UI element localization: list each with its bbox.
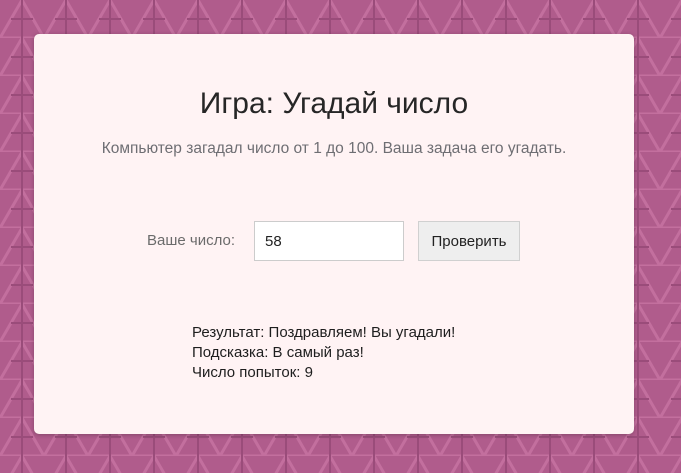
guess-input[interactable] bbox=[254, 221, 404, 261]
hint-text: Подсказка: В самый раз! bbox=[192, 344, 364, 361]
attempts-count: Число попыток: 9 bbox=[192, 364, 313, 381]
game-description: Компьютер загадал число от 1 до 100. Ваш… bbox=[101, 140, 567, 157]
guess-label: Ваше число: bbox=[147, 232, 236, 249]
results-panel: Результат: Поздравляем! Вы угадали! Подс… bbox=[192, 323, 455, 383]
page-title: Игра: Угадай число bbox=[199, 87, 469, 120]
game-card: Игра: Угадай число Компьютер загадал чис… bbox=[34, 34, 634, 434]
result-text: Результат: Поздравляем! Вы угадали! bbox=[192, 324, 456, 341]
check-button[interactable]: Проверить bbox=[418, 221, 520, 261]
